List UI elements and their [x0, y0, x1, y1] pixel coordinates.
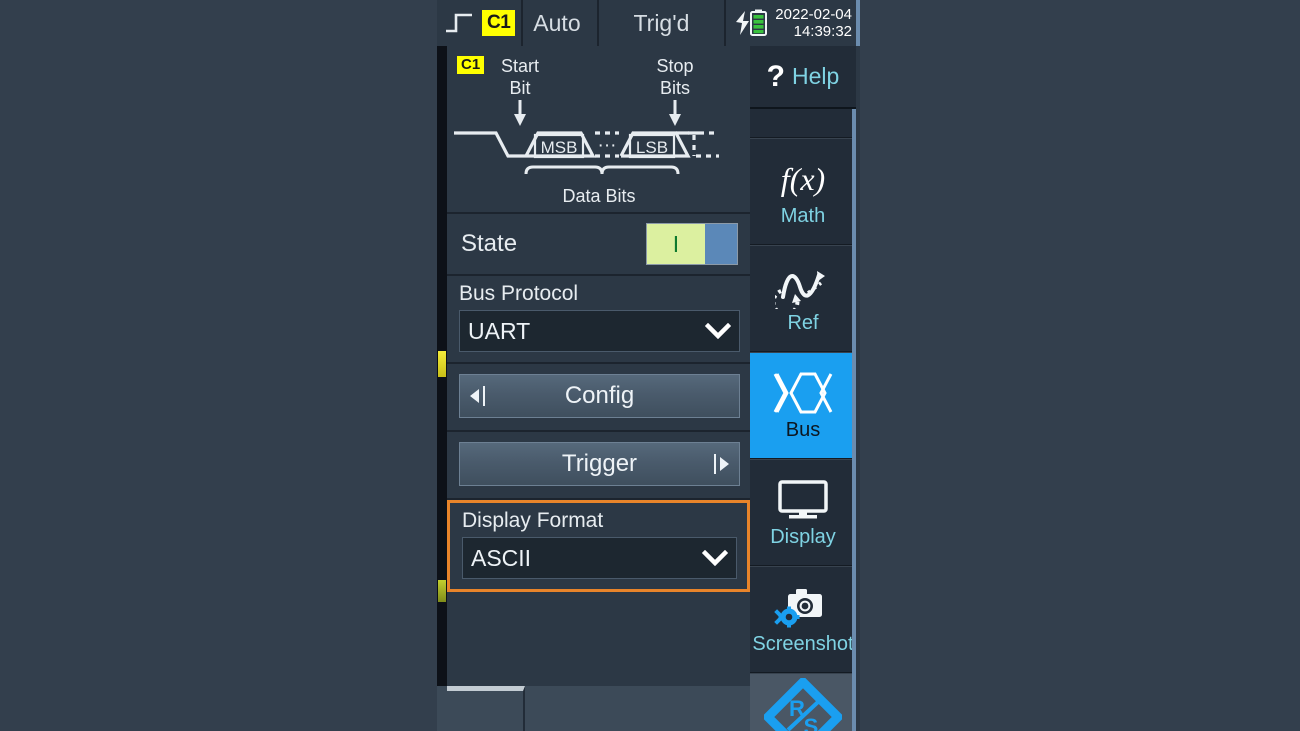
bus-protocol-label: Bus Protocol: [459, 282, 579, 305]
menu-item-ref[interactable]: Ref: [750, 245, 856, 352]
state-label: State: [461, 230, 518, 257]
data-bits-label: Data Bits: [562, 186, 635, 206]
battery-datetime-cell[interactable]: 2022-02-04 14:39:32: [726, 0, 860, 46]
help-button[interactable]: ? Help: [750, 46, 856, 109]
state-toggle-off-segment[interactable]: [705, 224, 737, 264]
menu-item-display-label: Display: [770, 526, 836, 548]
bar-icon: [714, 454, 716, 474]
menu-item-screenshot-label: Screenshot: [752, 633, 854, 655]
acquisition-mode-label: Auto: [533, 9, 581, 36]
uart-waveform-svg: Start Bit Stop Bits MSB ··· LSB Data Bit…: [454, 56, 719, 206]
state-toggle-on-segment[interactable]: I: [647, 224, 705, 264]
config-button[interactable]: Config: [459, 374, 740, 418]
display-format-value: ASCII: [471, 544, 532, 571]
acquisition-mode-cell[interactable]: Auto: [523, 0, 599, 46]
channel-marker-c1[interactable]: [438, 351, 446, 377]
trigger-state-cell[interactable]: Trig'd: [599, 0, 727, 46]
menu-right-rail: [852, 46, 856, 731]
channel-badge: C1: [482, 10, 516, 36]
start-bit-label-line2: Bit: [509, 78, 530, 98]
msb-label: MSB: [541, 138, 578, 157]
stop-bits-label-line1: Stop: [656, 56, 693, 76]
bottom-bar-tab[interactable]: [447, 686, 525, 731]
panel-filler: [447, 592, 750, 638]
trigger-section: Trigger: [447, 432, 750, 500]
svg-text:S: S: [804, 714, 819, 731]
bottom-bar: [447, 686, 750, 731]
menu-item-math[interactable]: f(x) Math: [750, 138, 856, 245]
state-row: State I: [447, 214, 750, 274]
config-back-affordance: [470, 386, 485, 406]
config-button-wrap: Config: [447, 364, 750, 430]
display-format-block: Display Format ASCII: [450, 503, 747, 589]
rohde-schwarz-logo: R S: [750, 673, 856, 731]
bus-protocol-section: Bus Protocol UART: [447, 276, 750, 364]
bottom-left-pad: [437, 686, 447, 731]
rising-edge-icon: [446, 13, 472, 33]
datetime-group: 2022-02-04 14:39:32: [775, 6, 856, 40]
uart-frame-diagram: C1 Start Bit Stop Bits MSB ··· LSB Data …: [447, 46, 750, 214]
bottom-bar-area: [525, 686, 750, 731]
date-label: 2022-02-04: [775, 6, 852, 23]
question-mark-icon: ?: [766, 59, 785, 93]
config-section: Config: [447, 364, 750, 432]
chevron-down-icon: [705, 323, 731, 339]
screen-root: C1 Auto Trig'd 2022-02-04 14:39:32 C1 St…: [0, 0, 1300, 731]
bus-protocol-dropdown[interactable]: UART: [459, 310, 740, 352]
right-menu: Cursor f(x) Math: [750, 46, 856, 731]
menu-item-bus[interactable]: Bus: [750, 352, 856, 459]
chevron-down-icon: [702, 550, 728, 566]
trigger-button-wrap: Trigger: [447, 432, 750, 498]
channel-rail: [437, 46, 454, 686]
camera-gear-icon: [774, 583, 832, 631]
trigger-source-cell[interactable]: C1: [437, 0, 524, 46]
bus-protocol-block: Bus Protocol UART: [447, 276, 750, 362]
help-label: Help: [792, 63, 840, 89]
bus-eye-icon: [771, 369, 835, 417]
display-format-section: Display Format ASCII: [447, 500, 750, 592]
time-label: 14:39:32: [793, 23, 852, 40]
fx-icon: f(x): [773, 155, 833, 203]
menu-item-display[interactable]: Display: [750, 459, 856, 566]
bus-protocol-value: UART: [468, 317, 531, 344]
channel-marker-bus[interactable]: [438, 580, 446, 602]
state-toggle[interactable]: I: [646, 223, 738, 265]
state-section: State I: [447, 214, 750, 276]
trigger-forward-affordance: [714, 454, 729, 474]
trigger-state-label: Trig'd: [633, 9, 690, 36]
state-toggle-glyph: I: [672, 230, 680, 257]
lsb-label: LSB: [636, 138, 668, 157]
trigger-button[interactable]: Trigger: [459, 442, 740, 486]
bus-settings-panel: C1 Start Bit Stop Bits MSB ··· LSB Data …: [447, 46, 750, 686]
reference-waveform-icon: [775, 262, 831, 310]
triangle-left-icon: [470, 389, 479, 403]
monitor-icon: [775, 476, 831, 524]
display-format-label: Display Format: [462, 509, 604, 532]
middle-bits-ellipsis: ···: [598, 135, 617, 156]
menu-item-math-label: Math: [780, 205, 826, 227]
topbar-right-rail: [856, 0, 860, 46]
start-bit-label-line1: Start: [501, 56, 539, 76]
svg-text:f(x): f(x): [781, 161, 825, 197]
display-format-dropdown[interactable]: ASCII: [462, 537, 737, 579]
stop-bits-label-line2: Bits: [660, 78, 690, 98]
battery-charging-icon: [736, 9, 768, 36]
trigger-button-label: Trigger: [561, 450, 638, 477]
triangle-right-icon: [720, 457, 729, 471]
menu-item-screenshot[interactable]: Screenshot: [750, 566, 856, 673]
menu-item-ref-label: Ref: [787, 312, 819, 334]
oscilloscope-window: C1 Auto Trig'd 2022-02-04 14:39:32 C1 St…: [437, 0, 860, 731]
status-bar: C1 Auto Trig'd 2022-02-04 14:39:32: [437, 0, 860, 46]
menu-item-bus-label: Bus: [785, 419, 821, 441]
config-button-label: Config: [564, 382, 635, 409]
bar-icon: [483, 386, 485, 406]
